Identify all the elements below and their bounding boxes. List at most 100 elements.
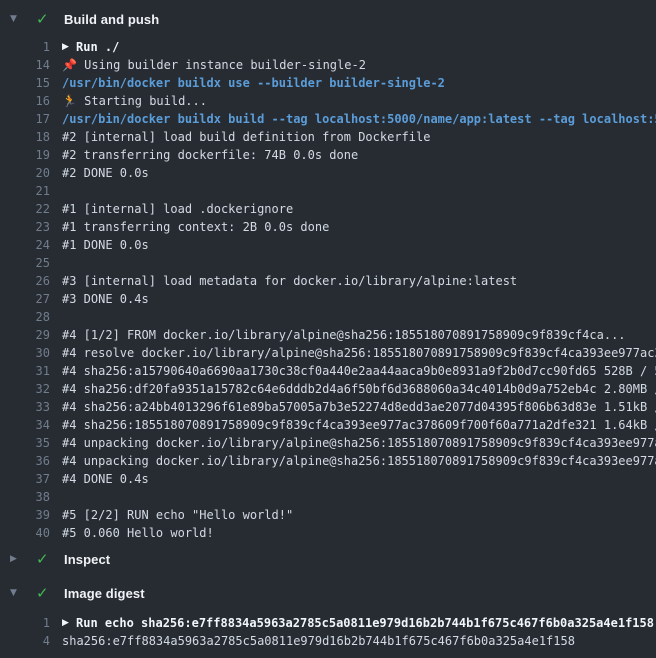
log-line: 37 #4 DONE 0.4s [0,470,656,488]
log-line: 29 #4 [1/2] FROM docker.io/library/alpine… [0,326,656,344]
line-number[interactable]: 36 [0,452,50,470]
line-content: #4 sha256:185518070891758909c9f839cf4ca3… [62,416,656,434]
log-line: 1▶Run ./ [0,38,656,56]
line-number[interactable]: 38 [0,488,50,506]
line-text: #2 transferring dockerfile: 74B 0.0s don… [62,148,358,162]
log-line: 17/usr/bin/docker buildx build --tag loc… [0,110,656,128]
log-line: 31 #4 sha256:a15790640a6690aa1730c38cf0a4… [0,362,656,380]
line-text: /usr/bin/docker buildx use --builder bui… [62,76,445,90]
log-line: 18#2 [internal] load build definition fr… [0,128,656,146]
chevron-down-icon[interactable]: ▼ [10,588,36,598]
line-content: #5 0.060 Hello world! [62,524,214,542]
log-line: 32 #4 sha256:df20fa9351a15782c64e6dddb2d4… [0,380,656,398]
chevron-right-icon[interactable]: ▶ [10,554,36,564]
play-icon[interactable]: ▶ [62,38,76,56]
log-line: 21 [0,182,656,200]
line-content: #4 unpacking docker.io/library/alpine@sh… [62,434,656,452]
log-line: 35 #4 unpacking docker.io/library/alpine@… [0,434,656,452]
log-line: 22 #1 [internal] load .dockerignore [0,200,656,218]
log-line: 20 #2 DONE 0.0s [0,164,656,182]
line-number[interactable]: 24 [0,236,50,254]
log-line: 4 sha256:e7ff8834a5963a2785c5a0811e979d16… [0,632,656,650]
section-header-build-and-push[interactable]: ▼✓Build and push [0,2,656,36]
log-line: 15/usr/bin/docker buildx use --builder b… [0,74,656,92]
line-number[interactable]: 31 [0,362,50,380]
section-image-digest: ▼✓Image digest1▶Run echo sha256:e7ff8834… [0,576,656,650]
log-lines: 1▶Run echo sha256:e7ff8834a5963a2785c5a0… [0,610,656,650]
log-line: 33 #4 sha256:a24bb4013296f61e89ba57005a7b… [0,398,656,416]
line-content: #4 resolve docker.io/library/alpine@sha2… [62,344,656,362]
line-text: #2 DONE 0.0s [62,166,149,180]
line-number[interactable]: 15 [0,74,50,92]
section-inspect: ▶✓Inspect [0,542,656,576]
line-number[interactable]: 33 [0,398,50,416]
section-header-inspect[interactable]: ▶✓Inspect [0,542,656,576]
line-text: #4 DONE 0.4s [62,472,149,486]
chevron-down-icon[interactable]: ▼ [10,14,36,24]
line-number[interactable]: 28 [0,308,50,326]
line-number[interactable]: 25 [0,254,50,272]
log-line: 14 📌 Using builder instance builder-singl… [0,56,656,74]
line-text: /usr/bin/docker buildx build --tag local… [62,112,656,126]
line-text: #1 DONE 0.0s [62,238,149,252]
line-content: #1 [internal] load .dockerignore [62,200,293,218]
line-text: #4 sha256:a24bb4013296f61e89ba57005a7b3e… [62,400,656,414]
log-line: 25 [0,254,656,272]
line-content: #4 sha256:a15790640a6690aa1730c38cf0a440… [62,362,656,380]
line-number[interactable]: 14 [0,56,50,74]
line-number[interactable]: 23 [0,218,50,236]
section-build-and-push: ▼✓Build and push1▶Run ./14📌 Using builde… [0,2,656,542]
section-header-image-digest[interactable]: ▼✓Image digest [0,576,656,610]
line-number[interactable]: 1 [0,38,50,56]
line-number[interactable]: 30 [0,344,50,362]
log-line: 28 [0,308,656,326]
line-content: /usr/bin/docker buildx build --tag local… [62,110,656,128]
check-icon: ✓ [36,12,64,27]
line-number[interactable]: 19 [0,146,50,164]
line-number[interactable]: 35 [0,434,50,452]
line-number[interactable]: 34 [0,416,50,434]
line-number[interactable]: 21 [0,182,50,200]
log-line: 23 #1 transferring context: 2B 0.0s done [0,218,656,236]
log-viewer: ▼✓Build and push1▶Run ./14📌 Using builde… [0,2,656,650]
line-text: #4 [1/2] FROM docker.io/library/alpine@s… [62,328,626,342]
log-line: 16 🏃 Starting build... [0,92,656,110]
line-number[interactable]: 22 [0,200,50,218]
log-line: 1▶Run echo sha256:e7ff8834a5963a2785c5a0… [0,614,656,632]
line-number[interactable]: 17 [0,110,50,128]
line-number[interactable]: 20 [0,164,50,182]
line-content: 📌 Using builder instance builder-single-… [62,56,366,74]
line-text: #4 sha256:df20fa9351a15782c64e6dddb2d4a6… [62,382,656,396]
log-line: 36#4 unpacking docker.io/library/alpine@… [0,452,656,470]
log-line: 39 #5 [2/2] RUN echo "Hello world!" [0,506,656,524]
line-number[interactable]: 4 [0,632,50,650]
line-number[interactable]: 37 [0,470,50,488]
line-content: 🏃 Starting build... [62,92,207,110]
line-text: #4 resolve docker.io/library/alpine@sha2… [62,346,656,360]
line-content: #3 [internal] load metadata for docker.i… [62,272,517,290]
play-icon[interactable]: ▶ [62,614,76,632]
line-text: 🏃 Starting build... [62,94,207,108]
log-line: 24 #1 DONE 0.0s [0,236,656,254]
log-line: 34 #4 sha256:185518070891758909c9f839cf4c… [0,416,656,434]
line-number[interactable]: 40 [0,524,50,542]
line-content: #2 DONE 0.0s [62,164,149,182]
line-text: #4 sha256:185518070891758909c9f839cf4ca3… [62,418,656,432]
line-number[interactable]: 39 [0,506,50,524]
line-text: #4 unpacking docker.io/library/alpine@sh… [62,436,656,450]
log-line: 27#3 DONE 0.4s [0,290,656,308]
line-number[interactable]: 26 [0,272,50,290]
line-content: #4 DONE 0.4s [62,470,149,488]
line-content: #4 sha256:df20fa9351a15782c64e6dddb2d4a6… [62,380,656,398]
line-number[interactable]: 32 [0,380,50,398]
line-content: #4 [1/2] FROM docker.io/library/alpine@s… [62,326,626,344]
line-number[interactable]: 18 [0,128,50,146]
line-content: sha256:e7ff8834a5963a2785c5a0811e979d16b… [62,632,575,650]
line-number[interactable]: 27 [0,290,50,308]
section-title: Image digest [64,586,145,601]
line-number[interactable]: 29 [0,326,50,344]
line-content: #1 transferring context: 2B 0.0s done [62,218,329,236]
line-number[interactable]: 16 [0,92,50,110]
line-number[interactable]: 1 [0,614,50,632]
line-text: #5 [2/2] RUN echo "Hello world!" [62,508,293,522]
